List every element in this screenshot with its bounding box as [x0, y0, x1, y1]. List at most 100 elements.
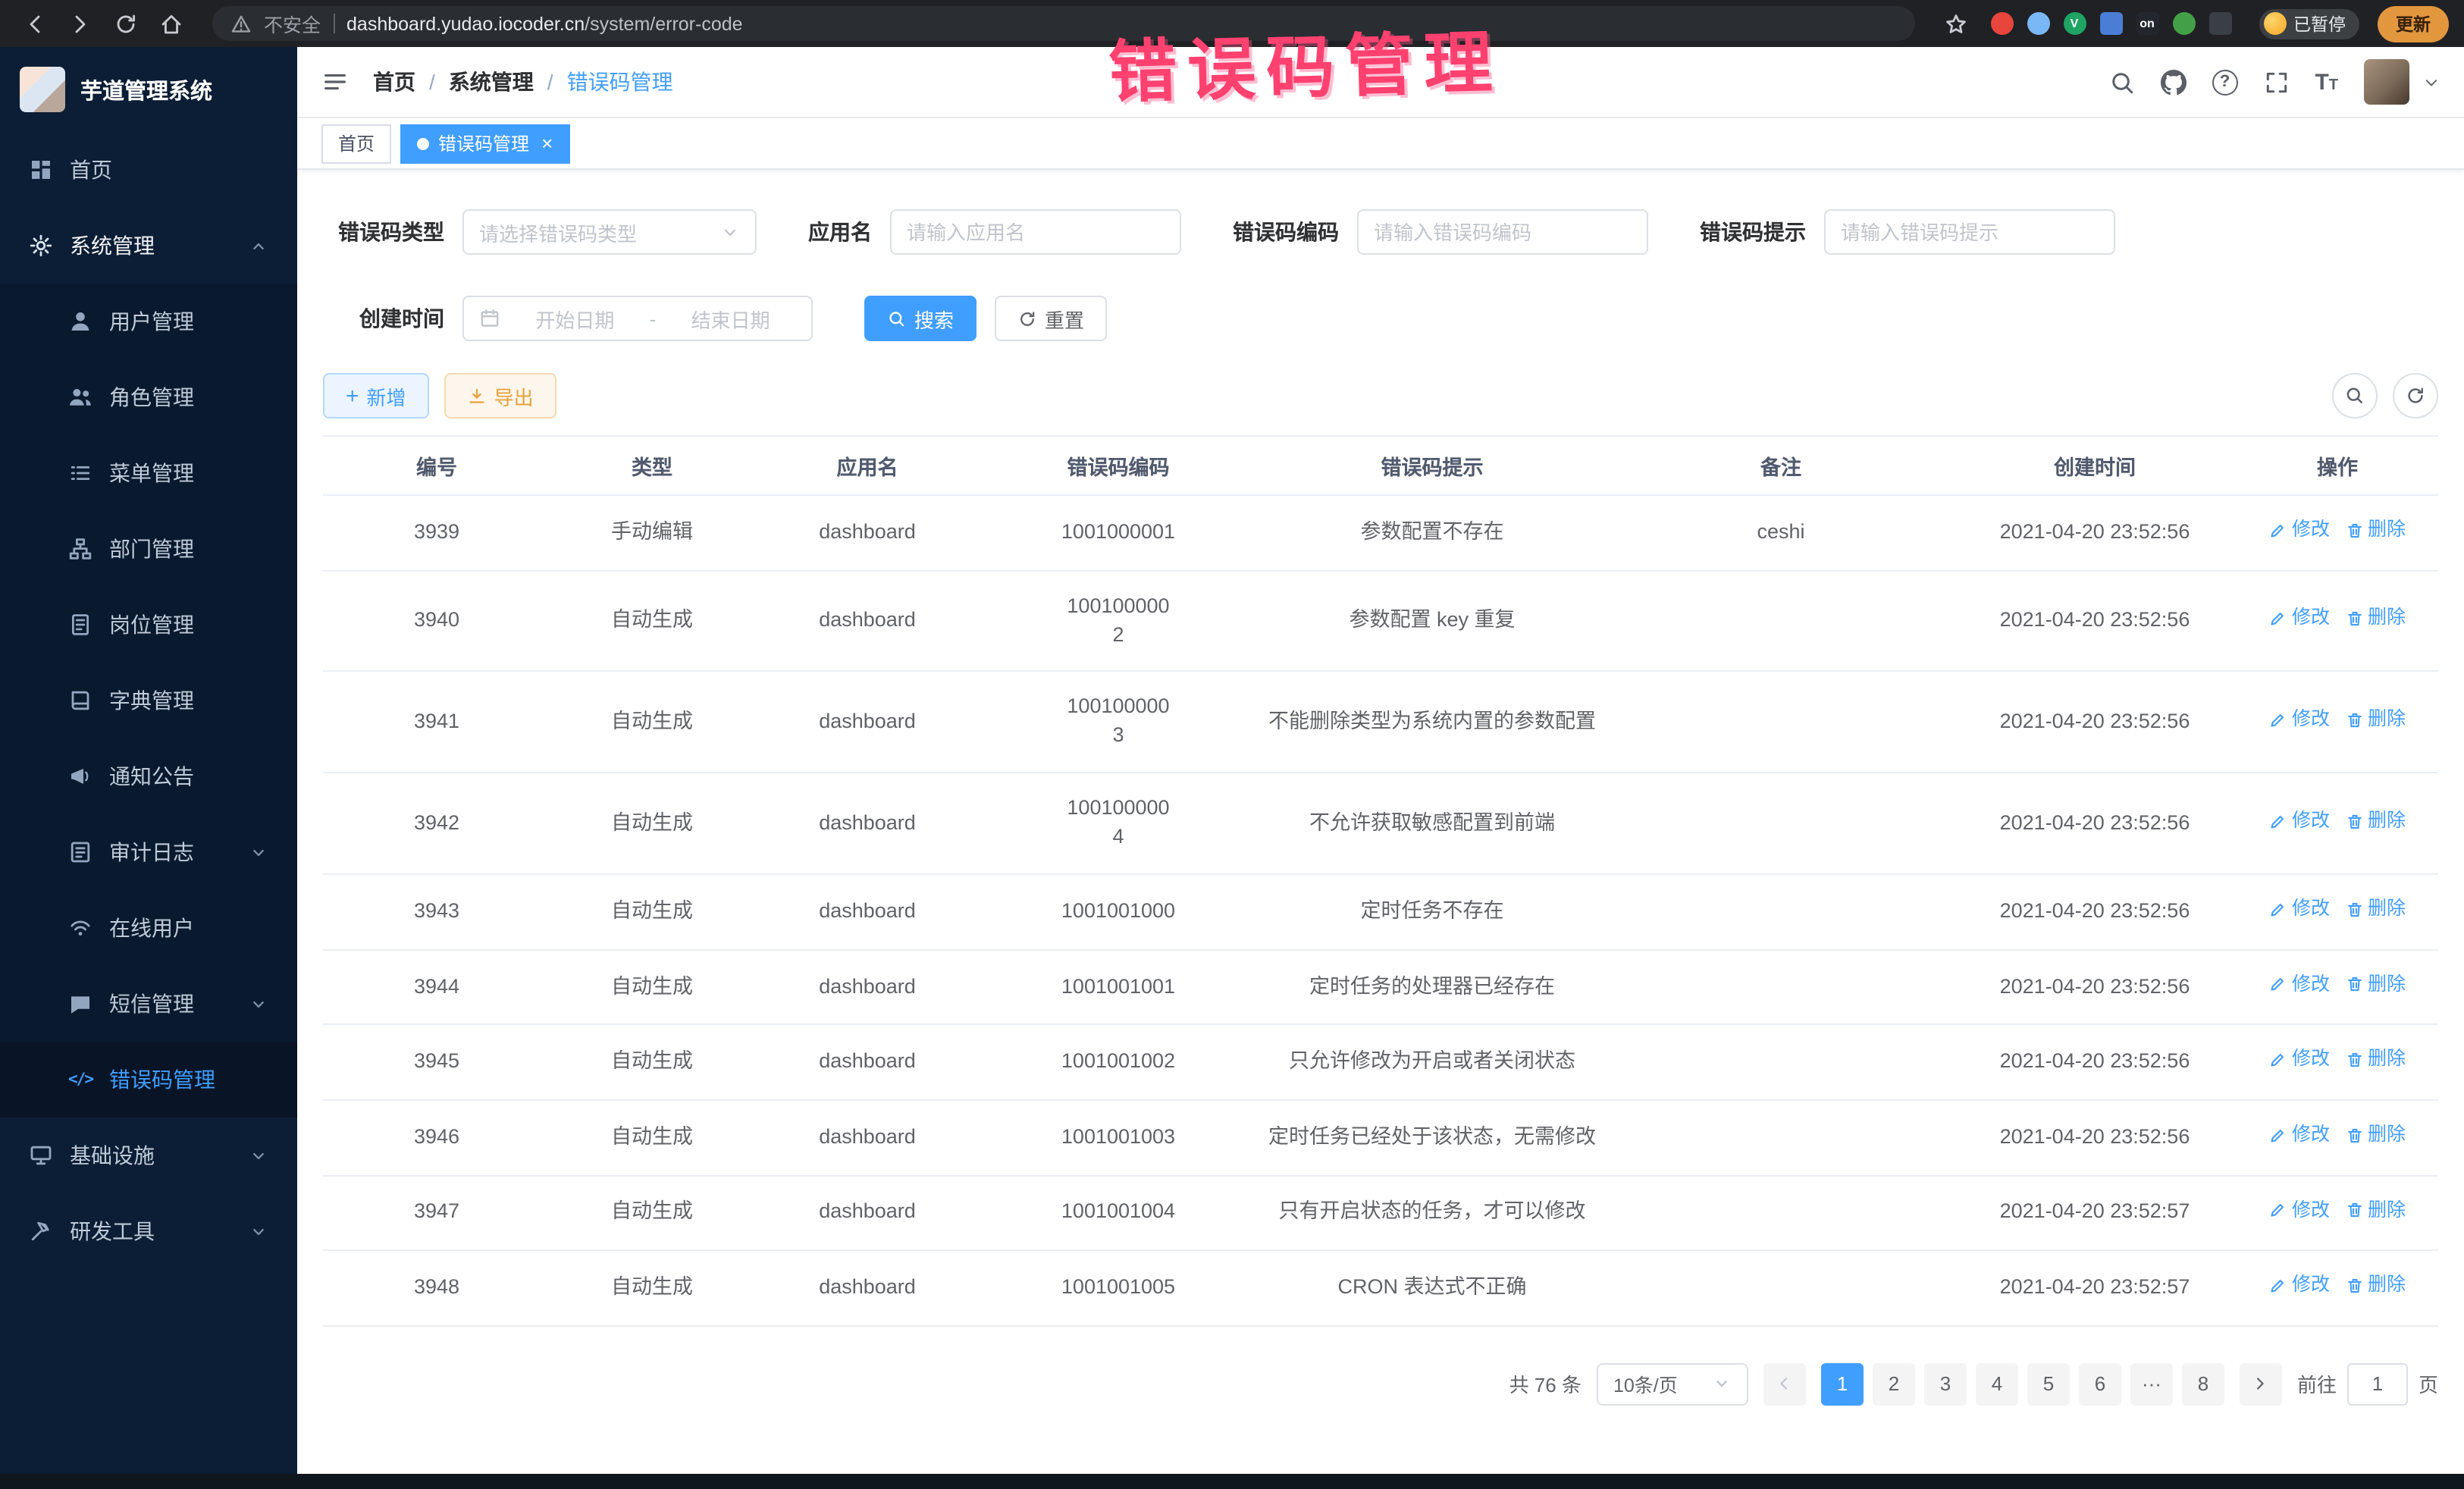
help-icon[interactable]: ?: [2212, 69, 2237, 95]
next-page-button[interactable]: [2240, 1363, 2282, 1406]
page-button-1[interactable]: 1: [1821, 1363, 1864, 1406]
tab-home[interactable]: 首页: [321, 124, 391, 163]
filter-error-message: 错误码提示: [1700, 209, 2115, 255]
extension-blue-grid-icon[interactable]: [2099, 12, 2122, 35]
delete-link[interactable]: 删除: [2345, 896, 2406, 923]
delete-link[interactable]: 删除: [2345, 1197, 2406, 1224]
bookmark-star-icon[interactable]: [1936, 5, 1975, 42]
sidebar-item-sms[interactable]: 短信管理: [0, 966, 297, 1042]
extension-red-circle-icon[interactable]: [1990, 12, 2013, 35]
page-button-6[interactable]: 6: [2079, 1363, 2121, 1406]
page-button-5[interactable]: 5: [2027, 1363, 2070, 1406]
table-row: 3948自动生成dashboard1001001005CRON 表达式不正确20…: [323, 1250, 2438, 1325]
page-button-4[interactable]: 4: [1976, 1363, 2018, 1406]
cell-id: 3944: [323, 949, 550, 1024]
extension-dark-puzzle-icon[interactable]: [2209, 12, 2231, 35]
edit-link[interactable]: 修改: [2269, 1272, 2330, 1299]
prev-page-button[interactable]: [1763, 1363, 1806, 1406]
error-type-select[interactable]: 请选择错误码类型: [462, 209, 757, 255]
edit-link[interactable]: 修改: [2269, 1047, 2330, 1074]
extension-icons: Von: [1990, 12, 2231, 35]
delete-link[interactable]: 删除: [2345, 808, 2406, 835]
sidebar-item-role[interactable]: 角色管理: [0, 359, 297, 435]
delete-link[interactable]: 删除: [2345, 971, 2406, 998]
export-button[interactable]: 导出: [444, 373, 556, 418]
cell-app: dashboard: [754, 773, 981, 874]
edit-link[interactable]: 修改: [2269, 605, 2330, 632]
cell-actions: 修改 删除: [2237, 570, 2438, 672]
edit-icon: [2269, 522, 2287, 540]
extension-blue-drop-icon[interactable]: [2027, 12, 2049, 35]
page-button-8[interactable]: 8: [2182, 1363, 2224, 1406]
error-message-input[interactable]: [1824, 209, 2115, 255]
sidebar-item-menu[interactable]: 菜单管理: [0, 435, 297, 511]
extension-dark-on-icon[interactable]: on: [2136, 12, 2158, 35]
more-pages-button[interactable]: ···: [2130, 1363, 2173, 1406]
breadcrumb: 首页/系统管理/错误码管理: [373, 67, 673, 97]
sidebar-item-audit-log[interactable]: 审计日志: [0, 814, 297, 890]
security-label: 不安全: [264, 9, 321, 38]
toggle-search-button[interactable]: [2332, 373, 2378, 418]
sidebar-item-dept[interactable]: 部门管理: [0, 511, 297, 587]
sidebar-item-error-code[interactable]: </>错误码管理: [0, 1042, 297, 1118]
sidebar-item-system[interactable]: 系统管理: [0, 208, 297, 284]
sidebar-item-dict[interactable]: 字典管理: [0, 663, 297, 738]
sidebar-item-online-user[interactable]: 在线用户: [0, 890, 297, 966]
search-button[interactable]: 搜索: [864, 296, 977, 341]
cell-type: 自动生成: [550, 672, 754, 773]
add-button[interactable]: + 新增: [323, 373, 429, 418]
page-button-2[interactable]: 2: [1873, 1363, 1915, 1406]
error-code-input[interactable]: [1357, 209, 1648, 255]
edit-link[interactable]: 修改: [2269, 808, 2330, 835]
app-name-input[interactable]: [890, 209, 1181, 255]
extension-green-v-icon[interactable]: V: [2063, 12, 2086, 35]
edit-link[interactable]: 修改: [2269, 1197, 2330, 1224]
delete-link-label: 删除: [2368, 1047, 2406, 1074]
hamburger-icon[interactable]: [321, 68, 349, 96]
user-avatar[interactable]: [2364, 59, 2409, 105]
breadcrumb-item[interactable]: 系统管理: [449, 67, 534, 97]
browser-forward-icon[interactable]: [61, 5, 100, 42]
delete-link[interactable]: 删除: [2345, 1272, 2406, 1299]
browser-back-icon[interactable]: [15, 5, 55, 42]
font-size-icon[interactable]: TT: [2315, 71, 2338, 93]
delete-link[interactable]: 删除: [2345, 517, 2406, 544]
sidebar-item-user[interactable]: 用户管理: [0, 284, 297, 359]
sidebar-item-post[interactable]: 岗位管理: [0, 587, 297, 663]
edit-link[interactable]: 修改: [2269, 517, 2330, 544]
sidebar-item-notice[interactable]: 通知公告: [0, 738, 297, 814]
delete-link[interactable]: 删除: [2345, 1122, 2406, 1149]
extension-green-circle-icon[interactable]: [2172, 12, 2195, 35]
delete-link[interactable]: 删除: [2345, 605, 2406, 632]
fullscreen-icon[interactable]: [2263, 69, 2289, 95]
delete-link[interactable]: 删除: [2345, 1047, 2406, 1074]
tab-error-code[interactable]: 错误码管理×: [400, 124, 569, 163]
edit-link[interactable]: 修改: [2269, 971, 2330, 998]
update-button[interactable]: 更新: [2378, 5, 2449, 42]
page-size-select[interactable]: 10条/页: [1597, 1363, 1748, 1406]
page-button-3[interactable]: 3: [1924, 1363, 1967, 1406]
close-icon[interactable]: ×: [541, 133, 553, 153]
edit-link[interactable]: 修改: [2269, 1122, 2330, 1149]
edit-link[interactable]: 修改: [2269, 707, 2330, 733]
browser-reload-icon[interactable]: [106, 5, 146, 42]
delete-link-label: 删除: [2368, 605, 2406, 632]
search-icon[interactable]: [2108, 69, 2134, 95]
paused-badge[interactable]: 已暂停: [2259, 8, 2359, 39]
browser-home-icon[interactable]: [152, 5, 191, 42]
address-bar[interactable]: 不安全 dashboard.yudao.iocoder.cn/system/er…: [212, 6, 1914, 41]
sidebar-item-dev-tools[interactable]: 研发工具: [0, 1193, 297, 1269]
error-code-table: 编号类型应用名错误码编码错误码提示备注创建时间操作 3939手动编辑dashbo…: [323, 435, 2438, 1327]
reset-button[interactable]: 重置: [995, 296, 1107, 341]
active-dot-icon: [417, 137, 429, 149]
sidebar-item-infra[interactable]: 基础设施: [0, 1118, 297, 1193]
date-range-picker[interactable]: 开始日期 - 结束日期: [462, 296, 813, 341]
goto-page-input[interactable]: [2347, 1363, 2408, 1406]
breadcrumb-item[interactable]: 首页: [373, 67, 415, 97]
delete-link[interactable]: 删除: [2345, 707, 2406, 733]
app-logo: 芋道管理系统: [0, 47, 297, 132]
sidebar-item-home[interactable]: 首页: [0, 132, 297, 208]
github-icon[interactable]: [2160, 69, 2186, 95]
refresh-table-button[interactable]: [2393, 373, 2438, 418]
edit-link[interactable]: 修改: [2269, 896, 2330, 923]
